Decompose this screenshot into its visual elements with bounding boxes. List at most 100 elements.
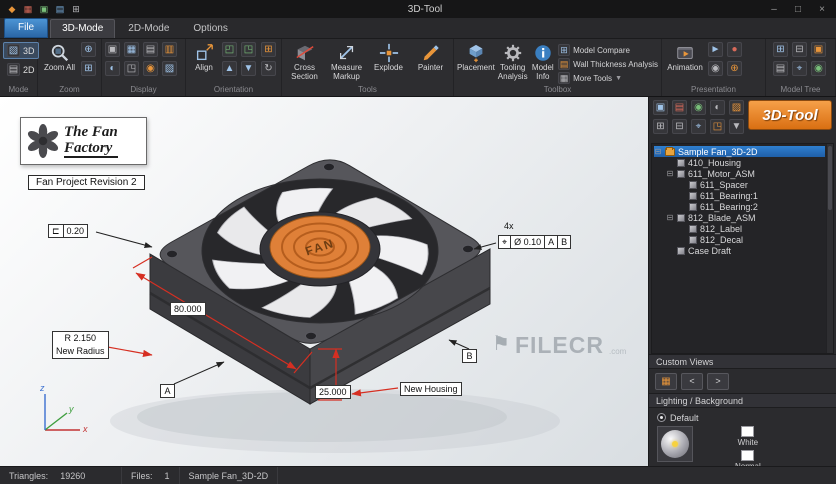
tab-3d-mode[interactable]: 3D-Mode: [50, 19, 116, 38]
tree-item[interactable]: 812_Decal: [654, 234, 825, 245]
background-white-option[interactable]: White: [735, 426, 761, 447]
view-back-icon[interactable]: ◳: [241, 42, 256, 57]
wall-thickness-button[interactable]: ▤ Wall Thickness Analysis: [558, 58, 658, 70]
datum-b-flag[interactable]: B: [462, 349, 477, 363]
file-menu-button[interactable]: File: [4, 18, 49, 38]
datum-a-flag[interactable]: A: [160, 384, 175, 398]
tooling-analysis-button[interactable]: Tooling Analysis: [498, 42, 528, 81]
transparency-icon[interactable]: ◐: [105, 61, 120, 76]
filter-icon[interactable]: ▼: [729, 119, 744, 134]
position-symbol: ⌖: [499, 236, 512, 248]
expander-icon[interactable]: ⊟: [666, 213, 674, 222]
painter-button[interactable]: Painter: [411, 42, 450, 73]
tree-item[interactable]: ⊟ 611_Motor_ASM: [654, 168, 825, 179]
maximize-button[interactable]: □: [786, 4, 810, 15]
scrollbar-thumb[interactable]: [828, 146, 832, 210]
lighting-icon[interactable]: ◉: [143, 61, 158, 76]
save-icon[interactable]: ▣: [38, 3, 50, 15]
tree-item[interactable]: ⊟ 812_Blade_ASM: [654, 212, 825, 223]
isolate-icon[interactable]: ◉: [691, 100, 706, 115]
tree-scrollbar[interactable]: [826, 144, 833, 353]
radius-callout[interactable]: R 2.150 New Radius: [52, 331, 109, 359]
minimize-button[interactable]: –: [762, 4, 786, 15]
background-icon[interactable]: ▨: [162, 61, 177, 76]
width-dimension-label[interactable]: 80.000: [170, 302, 206, 316]
zoom-window-icon[interactable]: ⊞: [81, 61, 96, 76]
view-bottom-icon[interactable]: ▼: [241, 61, 256, 76]
view-preset-button[interactable]: ▦: [655, 372, 677, 390]
export-video-icon[interactable]: ⊕: [727, 61, 742, 76]
view-iso-icon[interactable]: ⊞: [261, 42, 276, 57]
hide-part-icon[interactable]: ▤: [672, 100, 687, 115]
record-icon[interactable]: ●: [727, 42, 742, 57]
tree-item[interactable]: Case Draft: [654, 245, 825, 256]
housing-note-label[interactable]: New Housing: [400, 382, 462, 396]
mode-3d-button[interactable]: ▧ 3D: [3, 42, 39, 59]
measure-markup-button[interactable]: Measure Markup: [327, 42, 366, 81]
show-all-icon[interactable]: ▣: [653, 100, 668, 115]
3d-viewport[interactable]: FAN x y z The Fan Factory Fan Project Re…: [0, 97, 648, 466]
shaded-view-icon[interactable]: ▣: [105, 42, 120, 57]
zoom-in-icon[interactable]: ⊕: [81, 42, 96, 57]
tree-item[interactable]: 611_Bearing:2: [654, 201, 825, 212]
depth-dimension-label[interactable]: 25.000: [315, 385, 351, 399]
tree-cube-icon[interactable]: ▣: [811, 42, 826, 57]
normal-swatch[interactable]: [741, 450, 755, 461]
tree-locate-icon[interactable]: ⌖: [792, 61, 807, 76]
tree-visibility-icon[interactable]: ◉: [811, 61, 826, 76]
tree-item[interactable]: 611_Bearing:1: [654, 190, 825, 201]
lighting-preview[interactable]: [657, 426, 693, 462]
next-view-button[interactable]: >: [707, 372, 729, 390]
position-fcf[interactable]: ⌖ Ø 0.10 A B: [498, 235, 572, 249]
fan-model[interactable]: FAN: [149, 159, 491, 405]
transparency-part-icon[interactable]: ◐: [710, 100, 725, 115]
tree-item[interactable]: 611_Spacer: [654, 179, 825, 190]
locate-part-icon[interactable]: ⌖: [691, 119, 706, 134]
radio-icon[interactable]: [657, 413, 666, 422]
expander-icon[interactable]: ⊟: [666, 169, 674, 178]
wireframe-icon[interactable]: ▤: [143, 42, 158, 57]
tree-item[interactable]: 812_Label: [654, 223, 825, 234]
placement-button[interactable]: Placement: [457, 42, 495, 73]
hidden-line-icon[interactable]: ▥: [162, 42, 177, 57]
view-top-icon[interactable]: ▲: [222, 61, 237, 76]
color-part-icon[interactable]: ▨: [729, 100, 744, 115]
tree-settings-icon[interactable]: ◳: [710, 119, 725, 134]
expand-all-icon[interactable]: ⊞: [653, 119, 668, 134]
model-compare-button[interactable]: ⊞ Model Compare: [558, 44, 658, 56]
lighting-default-option[interactable]: Default: [657, 411, 828, 424]
open-file-icon[interactable]: ▦: [22, 3, 34, 15]
tab-2d-mode[interactable]: 2D-Mode: [117, 20, 180, 38]
cross-section-button[interactable]: Cross Section: [285, 42, 324, 81]
tree-collapse-icon[interactable]: ⊟: [792, 42, 807, 57]
zoom-all-button[interactable]: Zoom All: [41, 42, 78, 73]
mode-2d-button[interactable]: ▤ 2D: [3, 61, 39, 78]
tree-expand-icon[interactable]: ⊞: [773, 42, 788, 57]
animation-button[interactable]: Animation: [665, 42, 705, 73]
logo-fan-icon: [27, 124, 59, 158]
expander-icon[interactable]: ⊟: [654, 147, 662, 156]
tree-root-item[interactable]: ⊟ Sample Fan_3D-2D: [654, 146, 825, 157]
view-front-icon[interactable]: ◰: [222, 42, 237, 57]
perspective-icon[interactable]: ◳: [124, 61, 139, 76]
print-icon[interactable]: ▤: [54, 3, 66, 15]
more-tools-button[interactable]: ▦ More Tools ▼: [558, 72, 658, 84]
white-swatch[interactable]: [741, 426, 755, 437]
explode-button[interactable]: Explode: [369, 42, 408, 73]
tree-item[interactable]: 410_Housing: [654, 157, 825, 168]
camera-icon[interactable]: ◉: [708, 61, 723, 76]
surface-profile-fcf[interactable]: ⊏ 0.20: [48, 224, 89, 238]
play-icon[interactable]: ►: [708, 42, 723, 57]
tab-options[interactable]: Options: [182, 20, 238, 38]
tree-list-icon[interactable]: ▤: [773, 61, 788, 76]
prev-view-button[interactable]: <: [681, 372, 703, 390]
rotate-view-icon[interactable]: ↻: [261, 61, 276, 76]
shaded-edges-icon[interactable]: ▦: [124, 42, 139, 57]
revision-label[interactable]: Fan Project Revision 2: [28, 175, 145, 190]
settings-icon[interactable]: ⊞: [70, 3, 82, 15]
align-button[interactable]: Align: [189, 42, 219, 73]
close-button[interactable]: ×: [810, 4, 834, 15]
model-info-button[interactable]: Model Info: [531, 42, 556, 81]
cross-section-icon: [295, 45, 314, 61]
collapse-all-icon[interactable]: ⊟: [672, 119, 687, 134]
